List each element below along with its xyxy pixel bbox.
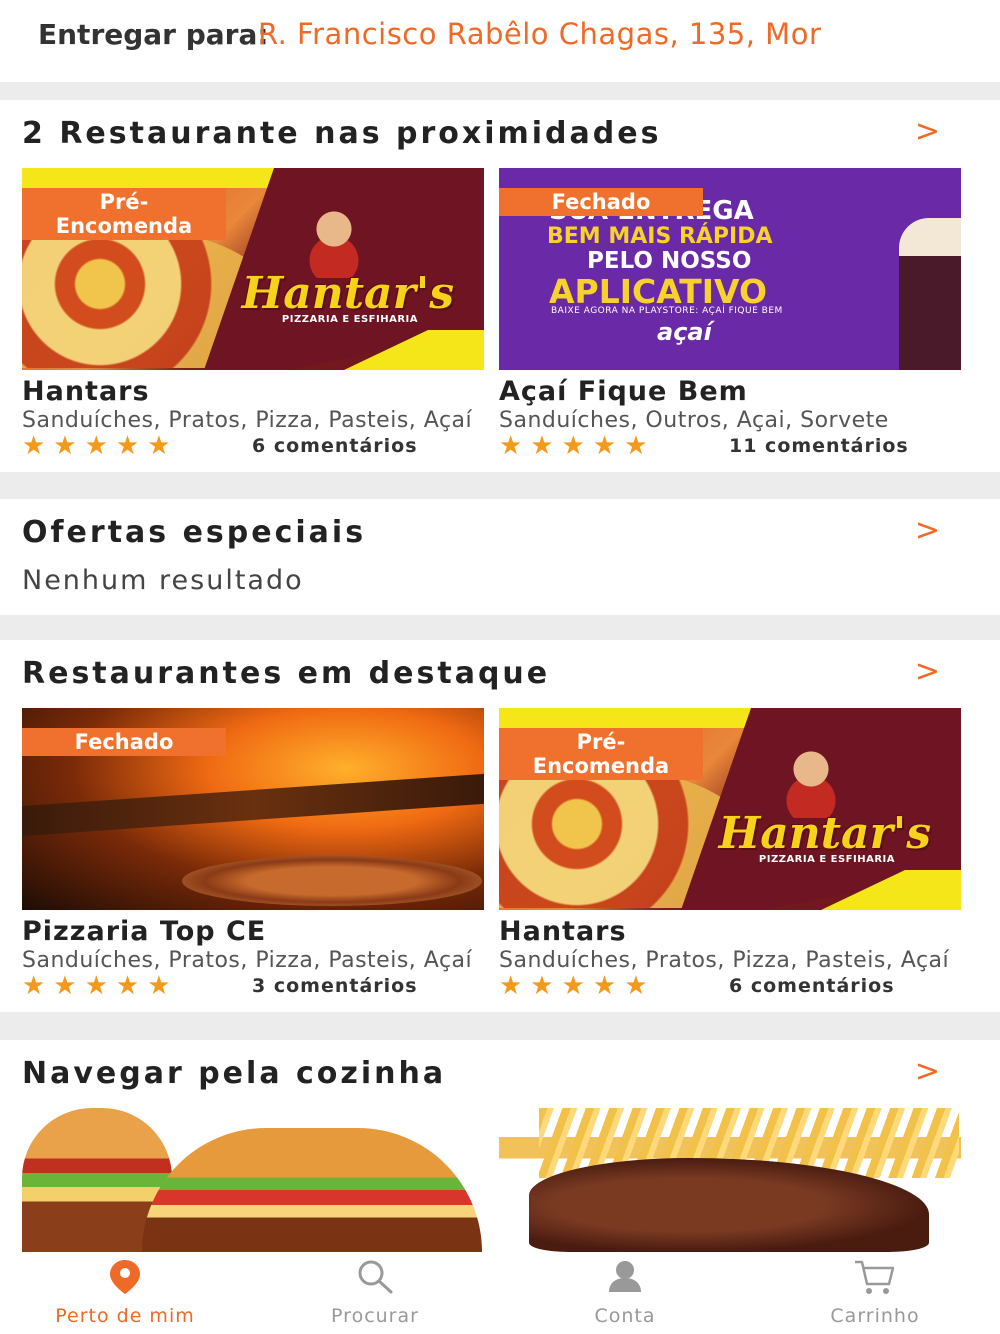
status-badge: Fechado [499, 188, 703, 216]
rating-row: ★★★★★ 6 comentários [22, 433, 484, 459]
restaurant-logo: açaí [657, 318, 712, 346]
rating-row: ★★★★★ 6 comentários [499, 973, 961, 999]
featured-section: Restaurantes em destaque > Fechado Pizza… [0, 640, 1000, 1012]
cuisine-see-all-chevron-icon[interactable]: > [915, 1054, 940, 1089]
search-icon [358, 1260, 393, 1294]
tab-label: Perto de mim [55, 1305, 195, 1327]
restaurant-name: Hantars [22, 376, 150, 407]
cuisine-section: Navegar pela cozinha > [0, 1040, 1000, 1252]
star-rating-icon: ★★★★★ [22, 971, 179, 1001]
tab-search[interactable]: Procurar [250, 1252, 500, 1334]
review-count: 11 comentários [729, 435, 909, 457]
nearby-see-all-chevron-icon[interactable]: > [915, 114, 940, 149]
delivery-address-bar[interactable]: Entregar para: R. Francisco Rabêlo Chaga… [0, 0, 1000, 82]
featured-section-title: Restaurantes em destaque [22, 656, 551, 691]
restaurant-image: Hantar's PIZZARIA E ESFIHARIA Pré- Encom… [499, 708, 961, 910]
account-icon [609, 1261, 641, 1292]
bottom-tab-bar: Perto de mim Procurar Conta Carrinho [0, 1252, 1000, 1334]
promo-line: BAIXE AGORA NA PLAYSTORE: AÇAÍ FIQUE BEM [551, 306, 783, 316]
restaurant-logo: Hantar's [241, 268, 454, 319]
acai-cup-image [899, 218, 961, 370]
review-count: 6 comentários [729, 975, 895, 997]
nearby-section: 2 Restaurante nas proximidades > Hantar'… [0, 100, 1000, 472]
cuisine-card[interactable] [499, 1108, 961, 1252]
offers-section: Ofertas especiais > Nenhum resultado [0, 499, 1000, 615]
delivery-address[interactable]: R. Francisco Rabêlo Chagas, 135, Mor [258, 17, 958, 51]
rating-row: ★★★★★ 3 comentários [22, 973, 484, 999]
review-count: 6 comentários [252, 435, 418, 457]
offers-section-title: Ofertas especiais [22, 515, 367, 550]
restaurant-logo-subtitle: PIZZARIA E ESFIHARIA [758, 854, 895, 865]
promo-line: PELO NOSSO [587, 248, 752, 274]
cuisine-section-title: Navegar pela cozinha [22, 1056, 447, 1091]
featured-see-all-chevron-icon[interactable]: > [915, 654, 940, 689]
tab-label: Conta [594, 1305, 656, 1327]
star-rating-icon: ★★★★★ [499, 971, 656, 1001]
restaurant-categories: Sanduíches, Pratos, Pizza, Pasteis, Açaí [22, 408, 473, 433]
nearby-section-title: 2 Restaurante nas proximidades [22, 116, 662, 151]
restaurant-categories: Sanduíches, Outros, Açai, Sorvete [499, 408, 889, 433]
location-pin-icon [110, 1260, 140, 1294]
offers-see-all-chevron-icon[interactable]: > [915, 513, 940, 548]
rating-row: ★★★★★ 11 comentários [499, 433, 961, 459]
restaurant-name: Açaí Fique Bem [499, 376, 748, 407]
cart-icon [855, 1260, 895, 1294]
status-badge: Pré- Encomenda [22, 188, 226, 240]
promo-line: BEM MAIS RÁPIDA [547, 224, 773, 249]
restaurant-card[interactable]: Hantar's PIZZARIA E ESFIHARIA Pré- Encom… [22, 168, 484, 459]
restaurant-card[interactable]: Fechado Pizzaria Top CE Sanduíches, Prat… [22, 708, 484, 999]
restaurant-name: Pizzaria Top CE [22, 916, 267, 947]
restaurant-logo: Hantar's [718, 808, 931, 859]
status-badge: Pré- Encomenda [499, 728, 703, 780]
cuisine-card[interactable] [22, 1108, 484, 1252]
restaurant-image: SUA ENTREGA BEM MAIS RÁPIDA PELO NOSSO A… [499, 168, 961, 370]
cuisine-image [22, 1108, 484, 1252]
deliver-to-label: Entregar para: [38, 18, 269, 51]
tab-label: Procurar [331, 1305, 419, 1327]
restaurant-card[interactable]: SUA ENTREGA BEM MAIS RÁPIDA PELO NOSSO A… [499, 168, 961, 459]
status-badge: Fechado [22, 728, 226, 756]
tab-label: Carrinho [830, 1305, 920, 1327]
restaurant-logo-subtitle: PIZZARIA E ESFIHARIA [281, 314, 418, 325]
tab-cart[interactable]: Carrinho [750, 1252, 1000, 1334]
star-rating-icon: ★★★★★ [22, 431, 179, 461]
restaurant-name: Hantars [499, 916, 627, 947]
restaurant-image: Fechado [22, 708, 484, 910]
cuisine-image [499, 1108, 961, 1252]
review-count: 3 comentários [252, 975, 418, 997]
star-rating-icon: ★★★★★ [499, 431, 656, 461]
tab-account[interactable]: Conta [500, 1252, 750, 1334]
tab-nearby[interactable]: Perto de mim [0, 1252, 250, 1334]
restaurant-categories: Sanduíches, Pratos, Pizza, Pasteis, Açaí [22, 948, 473, 973]
restaurant-card[interactable]: Hantar's PIZZARIA E ESFIHARIA Pré- Encom… [499, 708, 961, 999]
restaurant-image: Hantar's PIZZARIA E ESFIHARIA Pré- Encom… [22, 168, 484, 370]
restaurant-categories: Sanduíches, Pratos, Pizza, Pasteis, Açaí [499, 948, 950, 973]
empty-state-text: Nenhum resultado [22, 565, 304, 596]
